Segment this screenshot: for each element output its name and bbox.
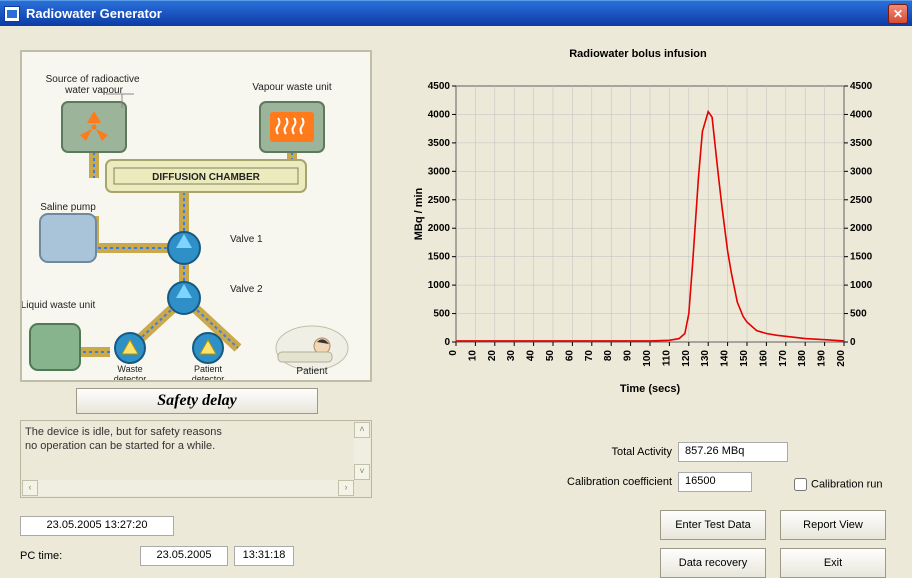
- window-title: Radiowater Generator: [26, 6, 162, 21]
- svg-text:Valve 1: Valve 1: [230, 234, 263, 245]
- svg-text:90: 90: [623, 350, 634, 362]
- svg-text:10: 10: [467, 350, 478, 362]
- svg-text:1000: 1000: [428, 280, 451, 291]
- svg-text:70: 70: [584, 350, 595, 362]
- pc-date-field: 23.05.2005: [140, 546, 228, 566]
- svg-text:1500: 1500: [428, 252, 451, 263]
- close-button[interactable]: ✕: [888, 4, 908, 24]
- svg-text:30: 30: [506, 350, 517, 362]
- svg-text:3000: 3000: [428, 166, 451, 177]
- svg-text:120: 120: [681, 350, 692, 367]
- svg-text:200: 200: [836, 350, 847, 367]
- svg-text:MBq / min: MBq / min: [413, 187, 425, 240]
- svg-text:170: 170: [778, 350, 789, 367]
- svg-text:4000: 4000: [850, 109, 873, 120]
- svg-text:3500: 3500: [850, 138, 873, 149]
- pc-time-label: PC time:: [20, 550, 62, 562]
- svg-text:150: 150: [739, 350, 750, 367]
- enter-test-data-button[interactable]: Enter Test Data: [660, 510, 766, 540]
- svg-text:Valve 2: Valve 2: [230, 284, 263, 295]
- status-message: The device is idle, but for safety reaso…: [25, 425, 353, 479]
- svg-text:40: 40: [526, 350, 537, 362]
- svg-text:20: 20: [487, 350, 498, 362]
- svg-text:4500: 4500: [850, 81, 873, 92]
- svg-text:110: 110: [661, 350, 672, 367]
- svg-text:60: 60: [564, 350, 575, 362]
- calibration-run-checkbox[interactable]: Calibration run: [790, 475, 883, 494]
- title-bar: Radiowater Generator ✕: [0, 0, 912, 26]
- total-activity-label: Total Activity: [552, 446, 672, 458]
- svg-text:50: 50: [545, 350, 556, 362]
- svg-text:Source of radioactive: Source of radioactive water vapour: [46, 74, 143, 96]
- svg-text:130: 130: [700, 350, 711, 367]
- calib-coeff-label: Calibration coefficient: [532, 476, 672, 488]
- svg-text:2500: 2500: [850, 195, 873, 206]
- msg-horizontal-scrollbar[interactable]: ‹ ›: [22, 480, 354, 496]
- pc-time-field: 13:31:18: [234, 546, 294, 566]
- svg-text:2000: 2000: [850, 223, 873, 234]
- exit-button[interactable]: Exit: [780, 548, 886, 578]
- svg-text:Patientdetector: Patientdetector: [192, 364, 225, 380]
- svg-text:DIFFUSION CHAMBER: DIFFUSION CHAMBER: [152, 172, 261, 183]
- safety-delay-button[interactable]: Safety delay: [76, 388, 318, 414]
- svg-text:Patient: Patient: [296, 366, 327, 377]
- process-diagram: Source of radioactive water vapour Vapou…: [20, 50, 372, 382]
- calib-coeff-field[interactable]: 16500: [678, 472, 752, 492]
- scroll-left-icon[interactable]: ‹: [22, 480, 38, 496]
- svg-text:500: 500: [433, 309, 450, 320]
- scroll-right-icon[interactable]: ›: [338, 480, 354, 496]
- device-time-field: 23.05.2005 13:27:20: [20, 516, 174, 536]
- svg-text:0: 0: [448, 350, 459, 356]
- infusion-chart: 0500100015002000250030003500400045000500…: [410, 78, 880, 398]
- message-box: The device is idle, but for safety reaso…: [20, 420, 372, 498]
- scroll-up-icon[interactable]: ˄: [354, 422, 370, 438]
- svg-text:100: 100: [642, 350, 653, 367]
- svg-text:Time (secs): Time (secs): [620, 383, 681, 395]
- svg-text:2500: 2500: [428, 195, 451, 206]
- svg-text:3000: 3000: [850, 166, 873, 177]
- svg-text:2000: 2000: [428, 223, 451, 234]
- report-view-button[interactable]: Report View: [780, 510, 886, 540]
- svg-text:180: 180: [797, 350, 808, 367]
- svg-text:4000: 4000: [428, 109, 451, 120]
- svg-text:190: 190: [817, 350, 828, 367]
- svg-text:0: 0: [850, 337, 856, 348]
- msg-vertical-scrollbar[interactable]: ˄ ˅: [354, 422, 370, 480]
- app-icon: [4, 6, 20, 22]
- svg-text:3500: 3500: [428, 138, 451, 149]
- scroll-down-icon[interactable]: ˅: [354, 464, 370, 480]
- svg-text:160: 160: [758, 350, 769, 367]
- svg-text:Wastedetector: Wastedetector: [114, 364, 147, 380]
- data-recovery-button[interactable]: Data recovery: [660, 548, 766, 578]
- svg-text:1500: 1500: [850, 252, 873, 263]
- vapour-waste-label: Vapour waste unit: [252, 82, 332, 93]
- total-activity-field: 857.26 MBq: [678, 442, 788, 462]
- chart-title: Radiowater bolus infusion: [386, 48, 890, 60]
- svg-text:Liquid waste unit: Liquid waste unit: [22, 300, 95, 311]
- svg-text:1000: 1000: [850, 280, 873, 291]
- svg-text:4500: 4500: [428, 81, 451, 92]
- svg-text:80: 80: [603, 350, 614, 362]
- svg-text:Saline pump: Saline pump: [40, 202, 96, 213]
- svg-text:500: 500: [850, 309, 867, 320]
- svg-text:140: 140: [720, 350, 731, 367]
- svg-text:0: 0: [444, 337, 450, 348]
